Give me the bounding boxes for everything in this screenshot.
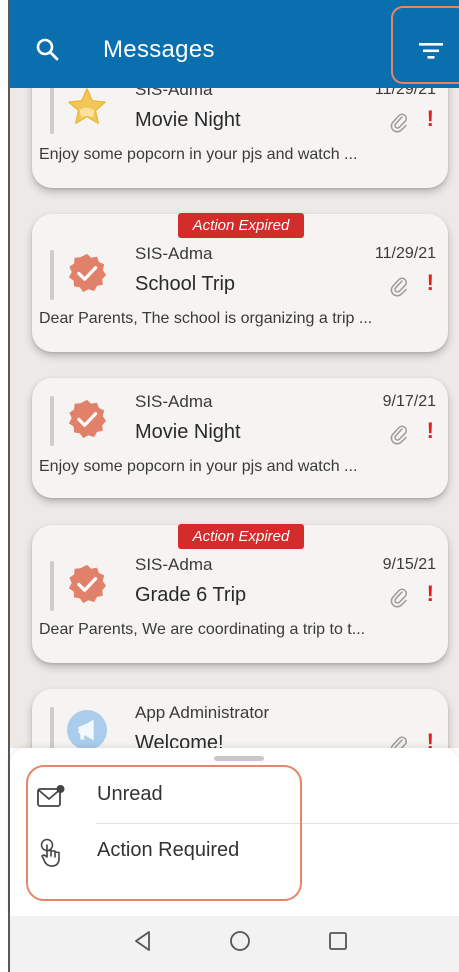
message-preview: Dear Parents, We are coordinating a trip… xyxy=(39,621,366,638)
message-sender: SIS-Adma xyxy=(135,555,213,574)
card-accent-bar xyxy=(50,88,54,134)
highlight-box xyxy=(26,765,302,901)
important-icon: ! xyxy=(426,418,434,443)
message-sender: SIS-Adma xyxy=(135,244,213,263)
message-date: 9/17/21 xyxy=(382,393,436,410)
recents-icon[interactable] xyxy=(325,928,351,954)
action-expired-badge: Action Expired xyxy=(178,213,304,238)
important-icon: ! xyxy=(426,106,434,131)
verified-check-icon xyxy=(68,399,107,439)
star-icon xyxy=(68,88,106,124)
message-subject: School Trip xyxy=(135,273,236,295)
phone-screen: Messages SIS-Adma 11/29/21 Movie Night !… xyxy=(0,0,459,972)
message-subject: Movie Night xyxy=(135,109,241,131)
system-nav-bar xyxy=(10,916,459,972)
card-accent-bar xyxy=(50,707,54,748)
message-sender: SIS-Adma xyxy=(135,392,213,411)
attachment-icon xyxy=(390,277,407,297)
verified-check-icon xyxy=(68,564,107,604)
back-icon[interactable] xyxy=(130,928,156,954)
message-subject: Movie Night xyxy=(135,421,241,443)
card-accent-bar xyxy=(50,561,54,611)
drag-handle[interactable] xyxy=(214,756,264,761)
message-list[interactable]: SIS-Adma 11/29/21 Movie Night ! Enjoy so… xyxy=(10,88,459,748)
page-title: Messages xyxy=(103,36,215,63)
home-icon[interactable] xyxy=(227,928,253,954)
important-icon: ! xyxy=(426,581,434,606)
message-sender: SIS-Adma xyxy=(135,88,213,99)
filter-icon xyxy=(419,43,443,59)
megaphone-icon xyxy=(66,709,108,748)
attachment-icon xyxy=(390,736,407,748)
action-expired-badge: Action Expired xyxy=(178,524,304,549)
message-card[interactable]: SIS-Adma 9/17/21 Movie Night ! Enjoy som… xyxy=(32,378,448,498)
card-accent-bar xyxy=(50,396,54,446)
message-subject: Grade 6 Trip xyxy=(135,584,247,606)
message-card[interactable]: SIS-Adma 11/29/21 Movie Night ! Enjoy so… xyxy=(32,88,448,188)
message-date: 11/29/21 xyxy=(374,245,436,262)
card-accent-bar xyxy=(50,250,54,300)
verified-check-icon xyxy=(68,253,107,293)
filter-button[interactable] xyxy=(391,6,459,84)
message-preview: Dear Parents, The school is organizing a… xyxy=(39,310,373,327)
message-sender: App Administrator xyxy=(135,703,270,722)
message-preview: Enjoy some popcorn in your pjs and watch… xyxy=(39,458,358,475)
message-date: 11/29/21 xyxy=(374,88,436,98)
important-icon: ! xyxy=(426,270,434,295)
attachment-icon xyxy=(390,113,407,133)
attachment-icon xyxy=(390,588,407,608)
app-bar: Messages xyxy=(10,0,459,88)
attachment-icon xyxy=(390,425,407,445)
search-icon[interactable] xyxy=(35,37,59,61)
message-subject: Welcome! xyxy=(135,732,224,748)
important-icon: ! xyxy=(426,729,434,748)
message-preview: Enjoy some popcorn in your pjs and watch… xyxy=(39,146,358,163)
message-card[interactable]: App Administrator Welcome! ! xyxy=(32,689,448,748)
message-date: 9/15/21 xyxy=(382,556,436,573)
